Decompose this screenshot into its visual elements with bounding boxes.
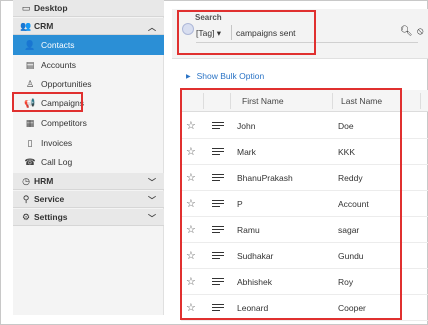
search-icon[interactable]: 🔍︎ <box>400 26 413 37</box>
chevron-down-icon: ﹀ <box>148 214 156 223</box>
document-icon: ▯ <box>27 137 33 148</box>
gear-icon: ⚙ <box>21 211 31 222</box>
sidebar-item-invoices[interactable]: ▯ Invoices <box>13 133 164 153</box>
sidebar-section-label: Settings <box>34 212 68 222</box>
sidebar-section-crm[interactable]: 👥 CRM ︿ <box>13 18 164 35</box>
chevron-down-icon: ﹀ <box>148 196 156 205</box>
sidebar-section-label: Service <box>34 194 65 204</box>
sidebar-item-label: Accounts <box>41 60 76 70</box>
users-icon: 👥 <box>20 20 32 31</box>
chevron-up-icon: ︿ <box>148 23 156 32</box>
sidebar-section-hrm[interactable]: ◷ HRM ﹀ <box>13 173 164 190</box>
show-bulk-option-link[interactable]: ▶ Show Bulk Option <box>186 71 264 81</box>
sidebar-section-settings[interactable]: ⚙ Settings ﹀ <box>13 209 164 226</box>
sidebar-section-desktop[interactable]: ▭ Desktop <box>13 0 164 17</box>
sidebar-item-label: Call Log <box>41 157 73 167</box>
sidebar-section-label: HRM <box>34 176 54 186</box>
column-divider <box>420 93 421 109</box>
sidebar-item-accounts[interactable]: ▤ Accounts <box>13 55 164 75</box>
competitors-icon: ▦ <box>25 117 35 128</box>
campaigns-highlight-box <box>12 92 83 112</box>
location-pin-icon: ⚲ <box>22 193 30 204</box>
accounts-icon: ▤ <box>25 59 35 70</box>
sidebar-section-label: CRM <box>34 21 54 31</box>
sidebar-item-competitors[interactable]: ▦ Competitors <box>13 113 164 133</box>
phone-icon: ☎ <box>24 156 36 167</box>
clear-icon[interactable]: ⦸ <box>417 26 424 37</box>
sidebar: ▭ Desktop 👥 CRM ︿ 👤 Contacts ▤ Accounts … <box>13 0 164 315</box>
trophy-icon: ♙ <box>25 78 35 89</box>
table-highlight-box <box>180 88 402 320</box>
sidebar-item-label: Contacts <box>41 40 75 50</box>
sidebar-section-service[interactable]: ⚲ Service ﹀ <box>13 191 164 208</box>
sidebar-item-opportunities[interactable]: ♙ Opportunities <box>13 74 164 94</box>
triangle-right-icon: ▶ <box>186 73 191 80</box>
bulk-option-label: Show Bulk Option <box>196 71 265 81</box>
sidebar-item-call-log[interactable]: ☎ Call Log <box>13 152 164 172</box>
sidebar-item-label: Invoices <box>41 138 73 148</box>
search-highlight-box <box>177 10 316 55</box>
sidebar-item-contacts[interactable]: 👤 Contacts <box>13 35 164 55</box>
sidebar-item-label: Competitors <box>41 118 87 128</box>
sidebar-section-label: Desktop <box>34 3 68 13</box>
user-icon: 👤 <box>24 39 36 50</box>
chevron-down-icon: ﹀ <box>148 178 156 187</box>
monitor-icon: ▭ <box>21 2 31 13</box>
sidebar-item-label: Opportunities <box>41 79 92 89</box>
clock-icon: ◷ <box>22 175 30 186</box>
